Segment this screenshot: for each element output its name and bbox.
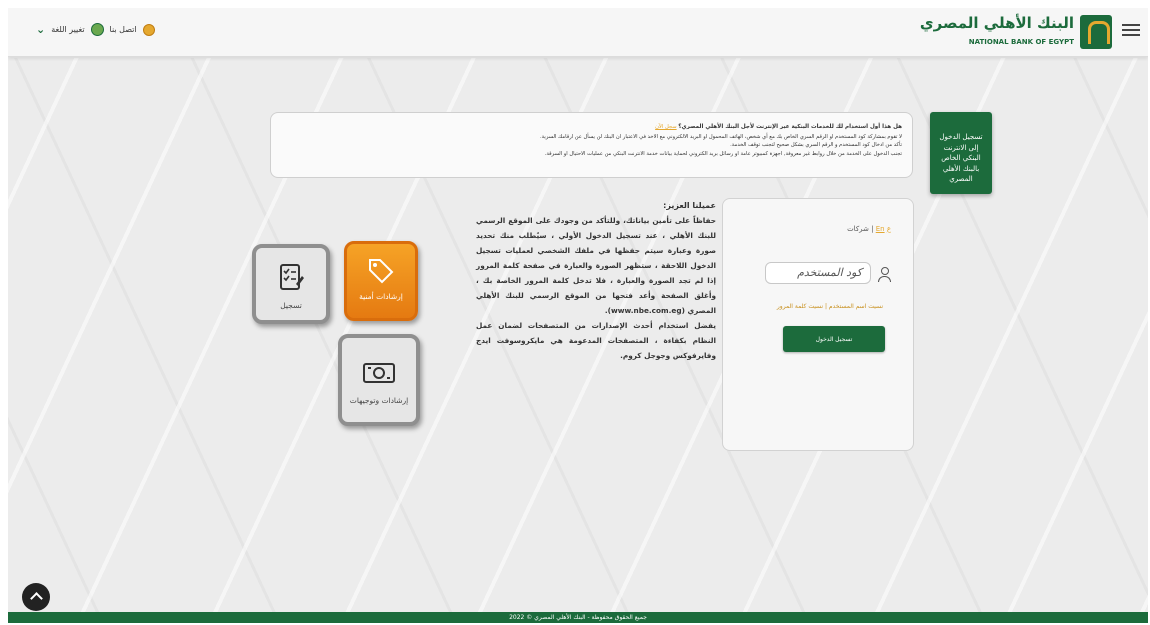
security-tips-tile[interactable]: إرشادات أمنية xyxy=(344,241,418,321)
footer: جميع الحقوق محفوظة - البنك الأهلي المصري… xyxy=(8,612,1148,623)
scroll-to-top-button[interactable] xyxy=(22,583,50,611)
login-title-text: تسجيل الدخول إلى الانترنت البنكي الخاص ب… xyxy=(939,133,983,183)
phone-icon xyxy=(142,23,155,36)
bank-logo[interactable]: البنك الأهلي المصري NATIONAL BANK OF EGY… xyxy=(920,12,1112,54)
message-greeting: عميلنا العزيز: xyxy=(663,201,716,210)
login-button[interactable]: تسجيل الدخول xyxy=(783,326,885,352)
register-tile[interactable]: تسجيل xyxy=(252,244,330,324)
notice-line-2: تأكد من ادخال كود المستخدم و الرقم السري… xyxy=(730,142,902,149)
menu-icon[interactable] xyxy=(1122,21,1140,39)
lang-ar-link[interactable]: ع xyxy=(887,225,891,233)
chevron-down-icon[interactable]: ⌄ xyxy=(36,23,45,36)
logo-mark-icon xyxy=(1080,15,1112,49)
checklist-icon xyxy=(280,264,304,290)
notice-line-1: لا تقوم بمشاركة كود المستخدم او الرقم ال… xyxy=(539,133,902,140)
username-input[interactable]: كود المستخدم xyxy=(765,262,871,284)
security-tile-label: إرشادات أمنية xyxy=(359,292,403,301)
change-language-link[interactable]: تغيير اللغة xyxy=(51,25,84,34)
top-links: ⌄ تغيير اللغة اتصل بنا xyxy=(36,23,155,36)
forgot-divider: | xyxy=(823,303,827,310)
forgot-username-link[interactable]: نسيت اسم المستخدم xyxy=(829,303,883,310)
login-title-banner: تسجيل الدخول إلى الانترنت البنكي الخاص ب… xyxy=(930,112,992,194)
register-tile-label: تسجيل xyxy=(280,301,302,310)
forgot-links: نسيت اسم المستخدم | نسيت كلمة المرور xyxy=(777,303,883,310)
message-paragraph-1: حفاظاً على تأمين بياناتك، وللتأكد من وجو… xyxy=(476,216,716,316)
first-time-question: هل هذا أول استخدام لك للخدمات البنكية عب… xyxy=(678,124,902,130)
message-paragraph-2: يفضل استخدام أحدث الإصدارات من المتصفحات… xyxy=(476,321,716,360)
security-tag-icon xyxy=(369,259,394,284)
top-bar: ⌄ تغيير اللغة اتصل بنا البنك الأهلي المص… xyxy=(8,8,1148,57)
copyright-text: جميع الحقوق محفوظة - البنك الأهلي المصري… xyxy=(509,614,647,621)
login-form: ع En | شركات كود المستخدم نسيت اسم المست… xyxy=(722,198,914,451)
money-icon xyxy=(363,363,395,383)
guides-tile[interactable]: إرشادات وتوجيهات xyxy=(338,334,420,426)
globe-icon xyxy=(90,23,104,36)
contact-us-link[interactable]: اتصل بنا xyxy=(110,25,137,34)
user-icon xyxy=(878,267,891,282)
notice-box: هل هذا أول استخدام لك للخدمات البنكية عب… xyxy=(270,112,913,178)
segment-switch: ع En | شركات xyxy=(847,225,891,233)
logo-arabic-name: البنك الأهلي المصري xyxy=(919,14,1074,32)
page-frame: ⌄ تغيير اللغة اتصل بنا البنك الأهلي المص… xyxy=(8,8,1148,623)
forgot-password-link[interactable]: نسيت كلمة المرور xyxy=(777,303,823,310)
corporate-link[interactable]: شركات xyxy=(847,225,869,233)
guides-tile-label: إرشادات وتوجيهات xyxy=(349,396,409,405)
segment-divider: | xyxy=(871,225,874,233)
lang-en-link[interactable]: En xyxy=(876,225,885,233)
register-now-link[interactable]: سجل الآن xyxy=(655,124,676,130)
customer-message: عميلنا العزيز: حفاظاً على تأمين بياناتك،… xyxy=(476,198,716,364)
logo-english-name: NATIONAL BANK OF EGYPT xyxy=(968,38,1074,46)
notice-line-3: تجنب الدخول على الخدمة من خلال روابط غير… xyxy=(544,151,902,158)
